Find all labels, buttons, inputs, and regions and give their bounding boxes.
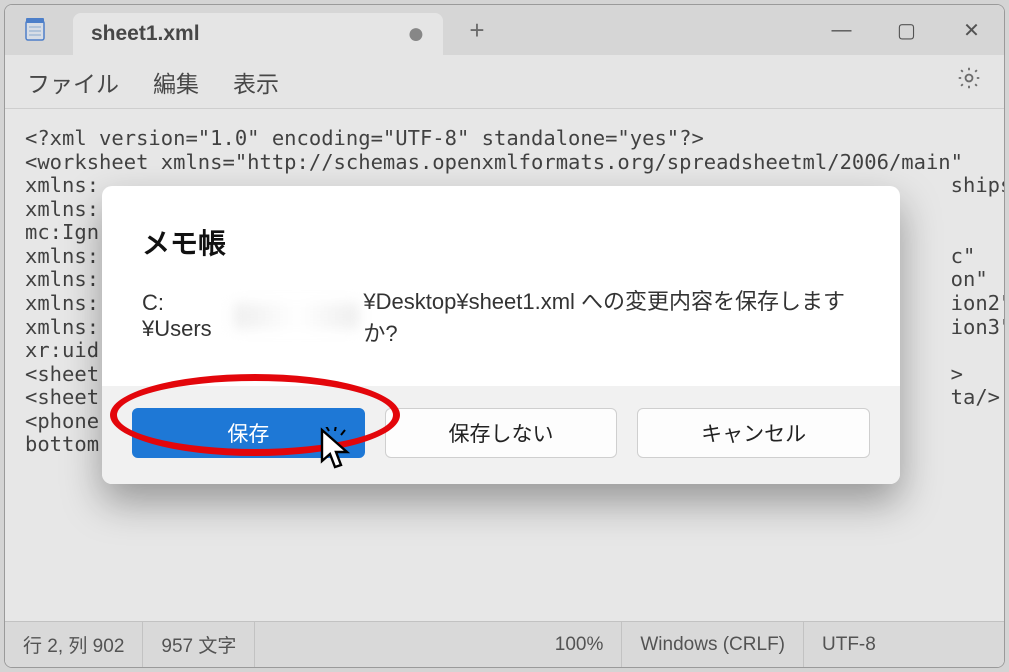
editor-line: <?xml version="1.0" encoding="UTF-8" sta… [25, 126, 704, 150]
maximize-button[interactable]: ▢ [874, 5, 939, 55]
dialog-title: メモ帳 [142, 222, 860, 262]
save-confirm-dialog: メモ帳 C:¥Users¥Desktop¥sheet1.xml への変更内容を保… [102, 186, 900, 484]
editor-line: xmlns: [25, 197, 99, 221]
settings-gear-icon[interactable] [956, 65, 982, 98]
menubar: ファイル 編集 表示 [5, 55, 1004, 109]
editor-line: xr:uid [25, 338, 99, 362]
status-cursor-position: 行 2, 列 902 [5, 622, 143, 667]
titlebar: sheet1.xml ● + — ▢ ✕ [5, 5, 1004, 55]
cancel-button[interactable]: キャンセル [637, 408, 870, 458]
status-encoding: UTF-8 [804, 622, 1004, 667]
new-tab-button[interactable]: + [457, 5, 497, 55]
dialog-button-row: 保存 保存しない キャンセル [102, 386, 900, 484]
dont-save-button[interactable]: 保存しない [385, 408, 618, 458]
status-char-count: 957 文字 [143, 622, 255, 667]
editor-line: <worksheet xmlns="http://schemas.openxml… [25, 150, 963, 174]
save-button[interactable]: 保存 [132, 408, 365, 458]
window-controls: — ▢ ✕ [809, 5, 1004, 55]
notepad-app-icon [15, 5, 55, 55]
file-tab[interactable]: sheet1.xml ● [73, 13, 443, 55]
status-line-ending: Windows (CRLF) [622, 622, 804, 667]
redacted-username [234, 303, 359, 329]
statusbar: 行 2, 列 902 957 文字 100% Windows (CRLF) UT… [5, 621, 1004, 667]
editor-line: mc:Ign [25, 220, 99, 244]
tab-title: sheet1.xml [91, 22, 200, 46]
minimize-button[interactable]: — [809, 5, 874, 55]
menu-view[interactable]: 表示 [233, 65, 279, 99]
menu-edit[interactable]: 編集 [153, 65, 199, 99]
editor-line: bottom [25, 432, 99, 456]
menu-file[interactable]: ファイル [27, 65, 119, 99]
editor-line: <phone [25, 409, 99, 433]
close-button[interactable]: ✕ [939, 5, 1004, 55]
status-zoom[interactable]: 100% [537, 622, 623, 667]
dialog-message: C:¥Users¥Desktop¥sheet1.xml への変更内容を保存します… [142, 284, 860, 348]
